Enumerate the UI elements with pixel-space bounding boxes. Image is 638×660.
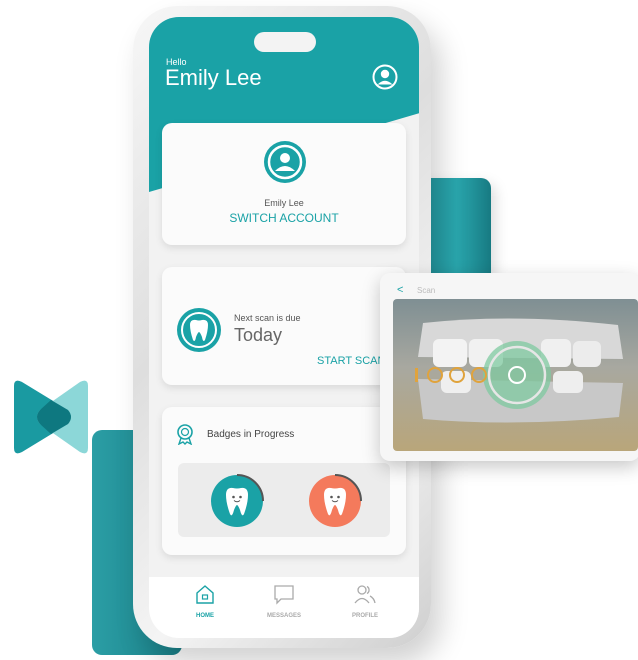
tooth-scan-icon: [177, 308, 221, 352]
start-scan-button[interactable]: START SCAN: [317, 355, 385, 367]
users-icon: [354, 585, 376, 604]
scan-due-value: Today: [234, 325, 283, 345]
chat-icon: [274, 585, 294, 605]
nav-messages-label: MESSAGES: [266, 613, 301, 619]
happy-tooth-icon[interactable]: [209, 473, 265, 529]
scan-camera-view: [393, 299, 638, 451]
account-card: Emily Lee SWITCH ACCOUNT: [162, 123, 406, 245]
happy-tooth-icon[interactable]: [307, 473, 363, 529]
back-chevron-icon[interactable]: <: [397, 284, 403, 296]
next-scan-card: Next scan is due Today START SCAN: [162, 267, 406, 385]
phone-screen: Hello Emily Lee Emily Lee SWITCH ACCOUNT…: [149, 17, 419, 638]
user-avatar-icon[interactable]: [372, 64, 398, 90]
nav-messages[interactable]: MESSAGES: [249, 583, 319, 619]
play-logo-icon: [14, 380, 88, 454]
badge-strip: [178, 463, 390, 537]
nav-home[interactable]: HOME: [170, 583, 240, 619]
switch-account-button[interactable]: SWITCH ACCOUNT: [162, 211, 406, 225]
scan-preview-panel: < Scan: [380, 273, 638, 461]
badges-card: Badges in Progress: [162, 407, 406, 555]
nav-profile[interactable]: PROFILE: [330, 583, 400, 619]
user-name-heading: Emily Lee: [165, 65, 262, 90]
scan-title: Scan: [417, 286, 436, 295]
badges-title: Badges in Progress: [207, 429, 295, 440]
nav-home-label: HOME: [196, 613, 214, 619]
teeth-scan-image: [415, 318, 623, 423]
phone-notch: [254, 32, 316, 52]
bottom-nav: HOME MESSAGES PROFILE: [149, 577, 419, 638]
award-ribbon-icon: [177, 424, 193, 445]
account-avatar-icon: [264, 141, 306, 183]
scan-due-label: Next scan is due: [234, 313, 301, 323]
home-icon: [196, 585, 214, 604]
nav-profile-label: PROFILE: [351, 613, 378, 619]
account-name: Emily Lee: [264, 198, 304, 208]
